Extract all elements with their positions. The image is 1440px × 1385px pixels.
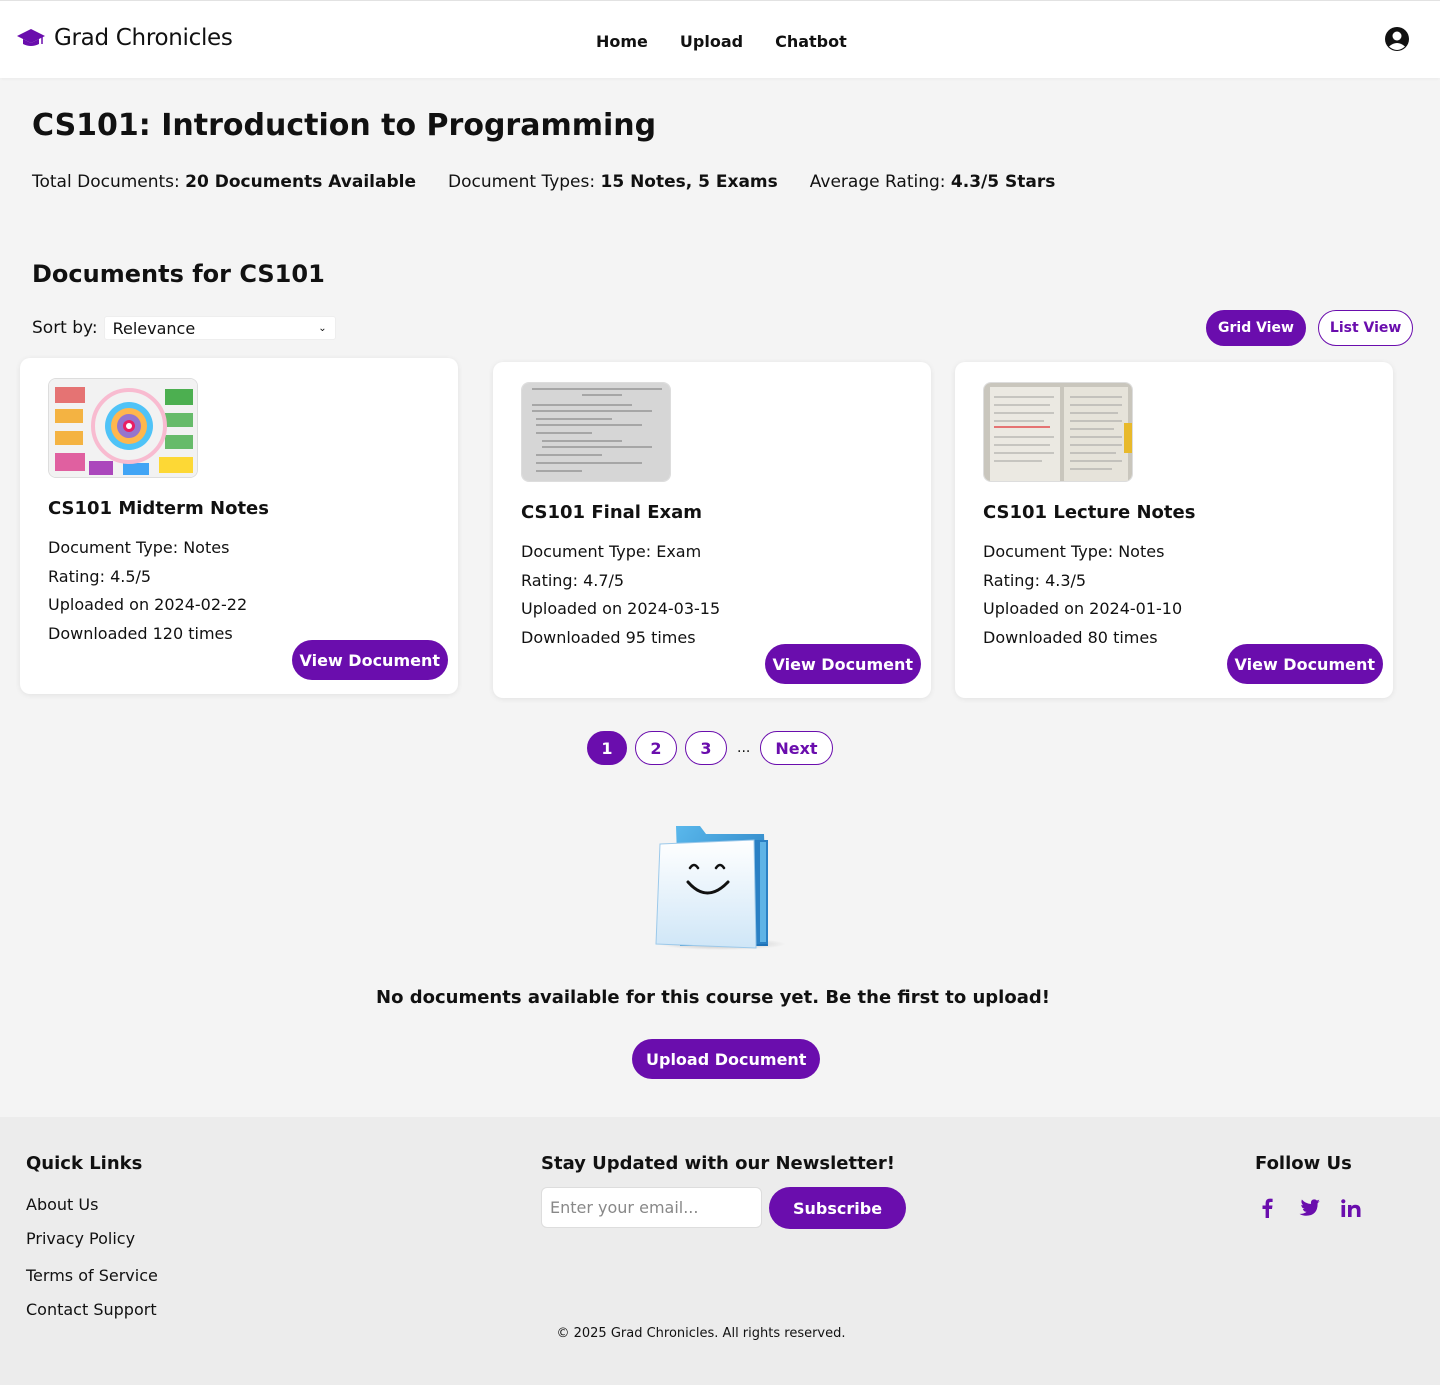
stat-value: 15 Notes, 5 Exams	[600, 172, 778, 192]
footer-link-privacy[interactable]: Privacy Policy	[26, 1229, 158, 1263]
nav-home[interactable]: Home	[596, 32, 648, 51]
document-rating: Rating: 4.5/5	[48, 566, 152, 586]
document-upload-date: Uploaded on 2024-01-10	[983, 599, 1183, 619]
linkedin-icon[interactable]	[1340, 1197, 1362, 1219]
newsletter-email-input[interactable]	[541, 1187, 762, 1228]
stat-document-types: Document Types: 15 Notes, 5 Exams	[448, 172, 778, 192]
pagination-ellipsis: ...	[737, 740, 751, 756]
sort-control: Sort by: Relevance ⌄	[32, 316, 336, 340]
page-button-1[interactable]: 1	[587, 731, 627, 765]
stat-average-rating: Average Rating: 4.3/5 Stars	[810, 172, 1056, 192]
sort-select[interactable]: Relevance ⌄	[103, 316, 336, 340]
document-meta: Document Type: Notes Rating: 4.3/5 Uploa…	[983, 538, 1182, 653]
document-type: Document Type: Notes	[983, 542, 1165, 561]
document-meta: Document Type: Notes Rating: 4.5/5 Uploa…	[48, 534, 247, 649]
document-upload-date: Uploaded on 2024-02-22	[48, 595, 248, 615]
document-type: Document Type: Notes	[48, 538, 230, 557]
user-circle-icon[interactable]	[1384, 26, 1410, 52]
follow-us-title: Follow Us	[1255, 1153, 1352, 1174]
stat-value: 4.3/5 Stars	[950, 172, 1056, 192]
next-page-button[interactable]: Next	[760, 731, 833, 765]
stat-label: Document Types:	[447, 172, 601, 192]
top-navbar: Grad Chronicles Home Upload Chatbot	[0, 0, 1440, 78]
nav-chatbot[interactable]: Chatbot	[775, 32, 847, 51]
document-title: CS101 Midterm Notes	[48, 498, 269, 519]
view-document-button[interactable]: View Document	[764, 644, 921, 684]
smiling-folder-icon	[650, 820, 790, 952]
main-nav: Home Upload Chatbot	[596, 32, 847, 51]
stat-label: Average Rating:	[809, 172, 951, 192]
newsletter-title: Stay Updated with our Newsletter!	[541, 1153, 895, 1174]
pagination: 1 2 3 ... Next	[587, 731, 833, 765]
footer-link-terms[interactable]: Terms of Service	[26, 1266, 158, 1300]
document-thumbnail[interactable]	[983, 382, 1133, 482]
document-thumbnail[interactable]	[48, 378, 198, 478]
document-type: Document Type: Exam	[521, 542, 702, 561]
document-rating: Rating: 4.3/5	[983, 570, 1087, 590]
course-stats: Total Documents: 20 Documents Available …	[32, 172, 1055, 192]
upload-document-button[interactable]: Upload Document	[632, 1039, 821, 1079]
document-title: CS101 Lecture Notes	[983, 502, 1196, 523]
grid-view-button[interactable]: Grid View	[1206, 310, 1306, 346]
graduation-cap-icon	[16, 27, 46, 49]
document-card: CS101 Midterm Notes Document Type: Notes…	[20, 358, 458, 694]
copyright: © 2025 Grad Chronicles. All rights reser…	[556, 1326, 846, 1341]
page-button-3[interactable]: 3	[685, 731, 727, 765]
stat-label: Total Documents:	[32, 172, 186, 192]
brand[interactable]: Grad Chronicles	[16, 25, 233, 51]
document-downloads: Downloaded 80 times	[983, 628, 1158, 648]
document-card: CS101 Final Exam Document Type: Exam Rat…	[493, 362, 931, 698]
chevron-down-icon: ⌄	[318, 322, 327, 334]
brand-name: Grad Chronicles	[54, 25, 233, 51]
page-title: CS101: Introduction to Programming	[32, 108, 657, 143]
documents-heading: Documents for CS101	[32, 260, 325, 288]
view-toggle: Grid View List View	[1206, 310, 1414, 346]
document-title: CS101 Final Exam	[521, 502, 703, 523]
sort-label: Sort by:	[32, 318, 98, 338]
subscribe-button[interactable]: Subscribe	[769, 1187, 907, 1229]
stat-total-documents: Total Documents: 20 Documents Available	[32, 172, 416, 192]
document-downloads: Downloaded 95 times	[521, 628, 696, 648]
view-document-button[interactable]: View Document	[291, 640, 448, 680]
social-links	[1256, 1197, 1362, 1219]
quick-links-list: About Us Privacy Policy Terms of Service…	[26, 1195, 158, 1334]
document-meta: Document Type: Exam Rating: 4.7/5 Upload…	[521, 538, 720, 653]
view-document-button[interactable]: View Document	[1226, 644, 1383, 684]
facebook-icon[interactable]	[1256, 1197, 1278, 1219]
quick-links-title: Quick Links	[26, 1153, 143, 1174]
document-downloads: Downloaded 120 times	[48, 624, 233, 644]
document-upload-date: Uploaded on 2024-03-15	[521, 599, 721, 619]
footer: Quick Links About Us Privacy Policy Term…	[0, 1117, 1440, 1385]
twitter-icon[interactable]	[1298, 1197, 1320, 1219]
footer-link-about[interactable]: About Us	[26, 1195, 158, 1229]
stat-value: 20 Documents Available	[185, 172, 416, 192]
empty-state-message: No documents available for this course y…	[376, 987, 1050, 1008]
nav-upload[interactable]: Upload	[680, 32, 743, 51]
document-rating: Rating: 4.7/5	[521, 570, 625, 590]
list-view-button[interactable]: List View	[1317, 310, 1414, 346]
document-thumbnail[interactable]	[521, 382, 671, 482]
sort-value: Relevance	[112, 318, 196, 338]
page-button-2[interactable]: 2	[635, 731, 677, 765]
document-card: CS101 Lecture Notes Document Type: Notes…	[955, 362, 1393, 698]
